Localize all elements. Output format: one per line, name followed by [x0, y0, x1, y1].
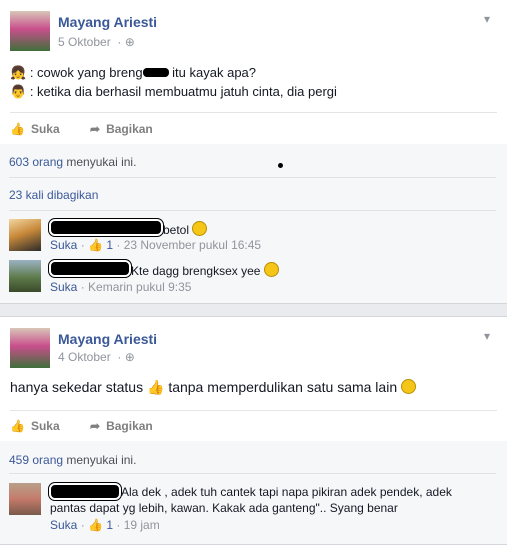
commenter-avatar[interactable]: [9, 483, 41, 515]
line1-after: itu kayak apa?: [172, 65, 257, 80]
comment-text-line-2: pantas dapat yg lebih, kawan. Kakak ada …: [50, 501, 398, 515]
share-button[interactable]: ➦ Bagikan: [90, 419, 153, 433]
comment-like-button[interactable]: Suka: [50, 280, 77, 294]
likes-count[interactable]: 603 orang: [9, 155, 63, 169]
likes-suffix: menyukai ini.: [66, 453, 137, 467]
thumbs-up-icon: 👍: [88, 518, 103, 532]
line1-text: : cowok yang breng: [29, 65, 143, 80]
commenter-avatar[interactable]: [9, 260, 41, 292]
post-text-line-1: 👧 : cowok yang breng itu kayak apa?: [10, 65, 256, 81]
comment-like-button[interactable]: Suka: [50, 238, 77, 252]
share-label: Bagikan: [106, 419, 153, 433]
comment-meta: Suka · 👍 1 · 23 November pukul 16:45: [50, 238, 262, 252]
thumbs-up-icon: 👍: [146, 379, 165, 395]
author-avatar[interactable]: [10, 328, 50, 368]
divider: [9, 177, 496, 178]
redacted-commenter-name[interactable]: [48, 482, 122, 501]
likes-summary[interactable]: 459 orang menyukai ini.: [9, 453, 136, 467]
likes-count[interactable]: 459 orang: [9, 453, 63, 467]
divider: [10, 410, 497, 411]
redacted-commenter-name[interactable]: [48, 259, 132, 278]
mouse-dot: [278, 163, 283, 168]
author-name[interactable]: Mayang Ariesti: [58, 14, 157, 30]
author-name[interactable]: Mayang Ariesti: [58, 331, 157, 347]
like-label: Suka: [30, 419, 60, 433]
divider: [10, 112, 497, 113]
comment-text: betol: [163, 221, 208, 237]
like-label: Suka: [30, 122, 60, 136]
status-after: tanpa memperdulikan satu sama lain: [168, 379, 398, 395]
like-button[interactable]: 👍 Suka: [10, 122, 60, 136]
smile-emoji-icon: [263, 262, 279, 277]
thumbs-up-icon: 👍: [10, 419, 25, 433]
like-button[interactable]: 👍 Suka: [10, 419, 60, 433]
comment-like-count[interactable]: 1: [106, 238, 113, 252]
comment-time[interactable]: Kemarin pukul 9:35: [88, 280, 191, 294]
comment-text: Kte dagg brengksex yee: [131, 262, 279, 278]
likes-suffix: menyukai ini.: [66, 155, 137, 169]
share-arrow-icon: ➦: [90, 419, 101, 433]
redacted-commenter-name[interactable]: [48, 218, 164, 237]
feedback-area: 459 orang menyukai ini. Ala dek , adek t…: [0, 441, 507, 544]
feedback-area: 603 orang menyukai ini. 23 kali dibagika…: [0, 144, 507, 303]
tongue-emoji-icon: [401, 379, 416, 394]
comment-meta: Suka · Kemarin pukul 9:35: [50, 280, 192, 294]
redacted-word: [142, 68, 169, 77]
post-text: hanya sekedar status 👍 tanpa memperdulik…: [10, 379, 416, 396]
comment-time[interactable]: 23 November pukul 16:45: [124, 238, 261, 252]
comment-like-count[interactable]: 1: [106, 518, 113, 532]
emoji-girl-icon: 👧: [10, 65, 27, 80]
smile-emoji-icon: [192, 221, 208, 236]
post-date-text[interactable]: 4 Oktober: [58, 350, 111, 364]
line2-text: : ketika dia berhasil membuatmu jatuh ci…: [29, 84, 337, 99]
thumbs-up-icon: 👍: [88, 238, 103, 252]
globe-icon: · ⊕: [114, 350, 135, 364]
share-button[interactable]: ➦ Bagikan: [90, 122, 153, 136]
chevron-down-icon[interactable]: ▾: [484, 12, 490, 26]
post-card: Mayang Ariesti 5 Oktober · ⊕ ▾ 👧 : cowok…: [0, 0, 507, 304]
divider: [9, 473, 496, 474]
commenter-avatar[interactable]: [9, 219, 41, 251]
emoji-man-icon: 👨: [10, 84, 27, 99]
post-card: Mayang Ariesti 4 Oktober · ⊕ ▾ hanya sek…: [0, 316, 507, 545]
comment-time[interactable]: 19 jam: [124, 518, 160, 532]
globe-icon: · ⊕: [114, 35, 135, 49]
share-label: Bagikan: [106, 122, 153, 136]
chevron-down-icon[interactable]: ▾: [484, 329, 490, 343]
comment-text-line-1: Ala dek , adek tuh cantek tapi napa piki…: [121, 485, 452, 499]
status-before: hanya sekedar status: [10, 379, 144, 395]
post-date-text[interactable]: 5 Oktober: [58, 35, 111, 49]
post-date[interactable]: 4 Oktober · ⊕: [58, 350, 135, 364]
author-avatar[interactable]: [10, 11, 50, 51]
divider: [9, 210, 496, 211]
share-arrow-icon: ➦: [90, 122, 101, 136]
post-date[interactable]: 5 Oktober · ⊕: [58, 35, 135, 49]
comment-body: Kte dagg brengksex yee: [131, 264, 261, 278]
thumbs-up-icon: 👍: [10, 122, 25, 136]
comment-like-button[interactable]: Suka: [50, 518, 77, 532]
comment-meta: Suka · 👍 1 · 19 jam: [50, 518, 160, 532]
comment-body: betol: [163, 223, 190, 237]
shares-summary[interactable]: 23 kali dibagikan: [9, 188, 98, 202]
post-text-line-2: 👨 : ketika dia berhasil membuatmu jatuh …: [10, 84, 337, 100]
likes-summary[interactable]: 603 orang menyukai ini.: [9, 155, 136, 169]
